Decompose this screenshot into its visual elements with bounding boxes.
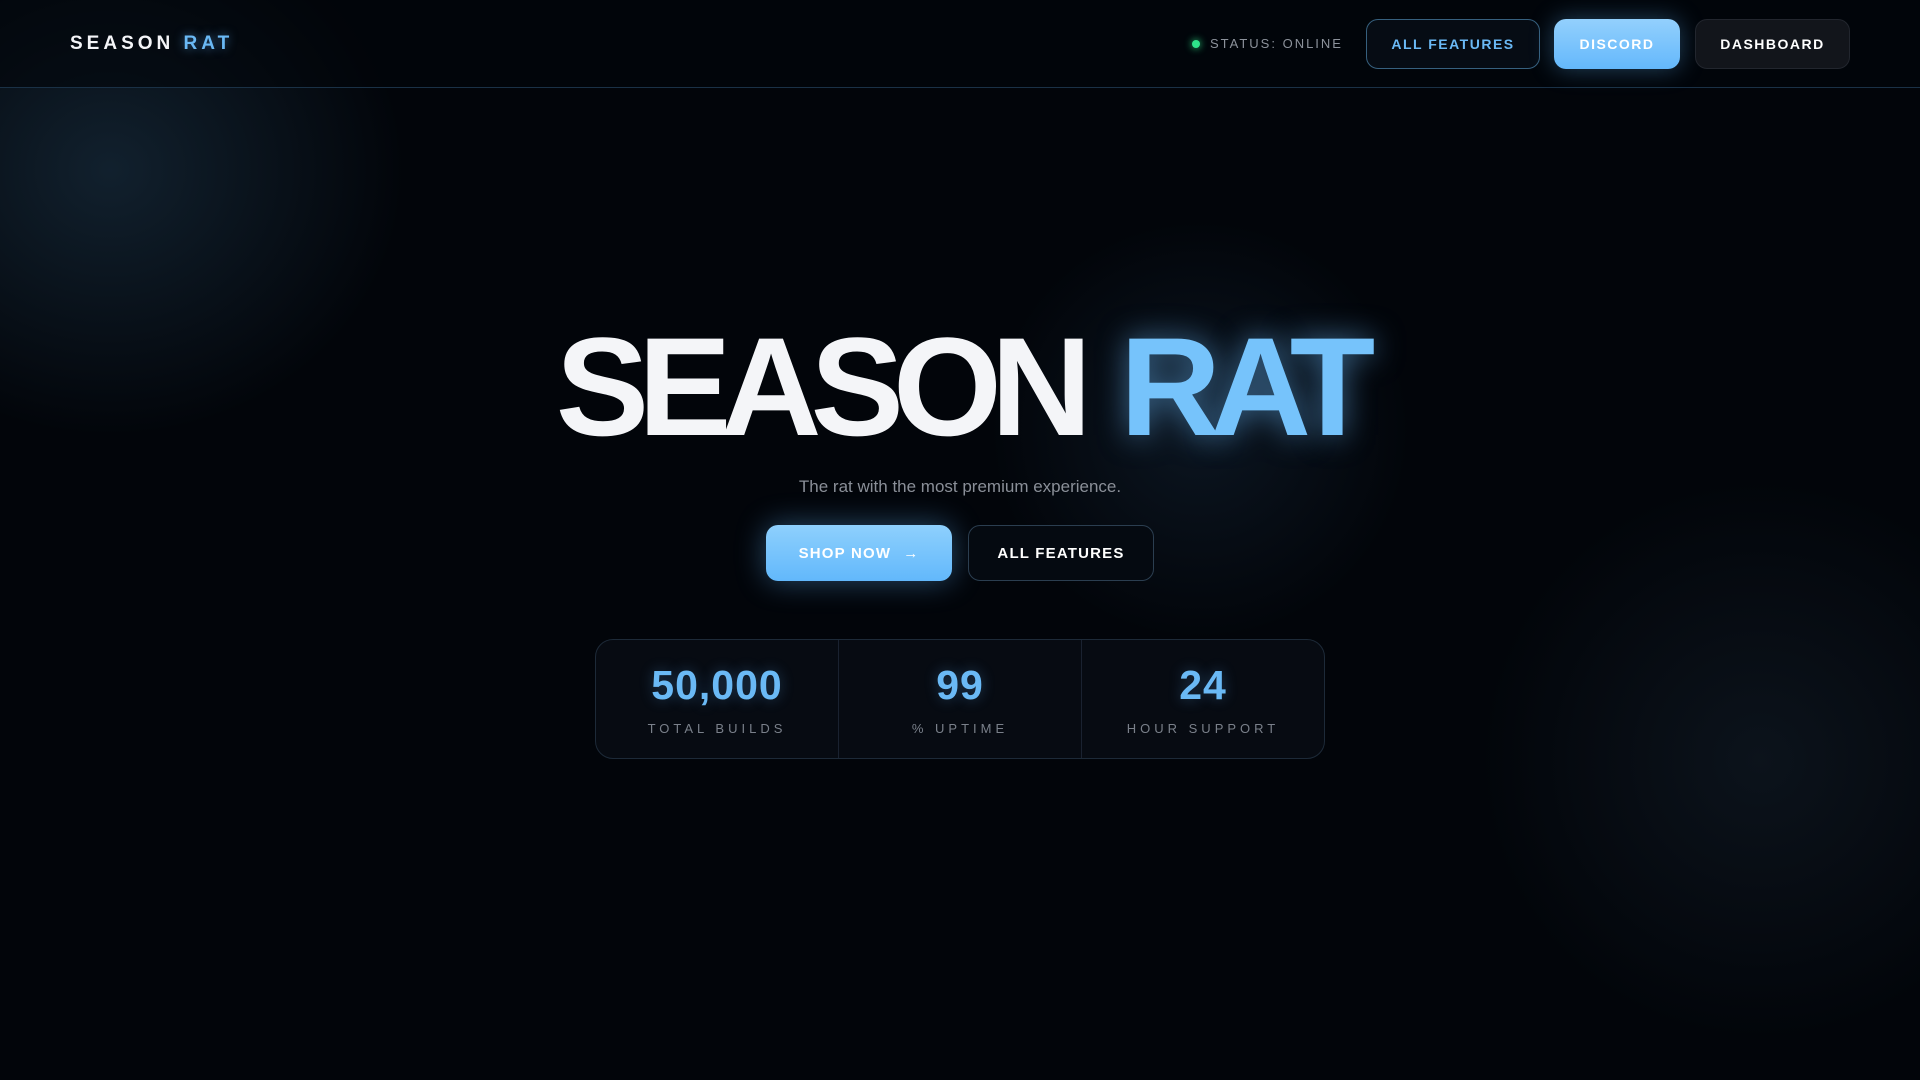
hero-title: SEASON RAT <box>0 312 1920 462</box>
stat-uptime: 99 % UPTIME <box>839 640 1082 758</box>
nav-dashboard-button[interactable]: DASHBOARD <box>1695 19 1850 69</box>
shop-now-button[interactable]: SHOP NOW → <box>766 525 952 581</box>
nav-all-features-button[interactable]: ALL FEATURES <box>1366 19 1540 69</box>
stat-value: 24 <box>1179 662 1227 708</box>
stat-value: 99 <box>936 662 984 708</box>
nav-discord-button[interactable]: DISCORD <box>1554 19 1680 69</box>
top-nav: SEASON RAT STATUS: ONLINE ALL FEATURES D… <box>0 0 1920 88</box>
status-text: STATUS: ONLINE <box>1210 36 1343 51</box>
arrow-right-icon: → <box>903 544 920 562</box>
hero-title-part1: SEASON <box>555 308 1092 465</box>
status-indicator: STATUS: ONLINE <box>1192 36 1343 51</box>
hero-title-part2: RAT <box>1119 308 1375 465</box>
status-dot-icon <box>1192 39 1200 48</box>
logo-part1: SEASON <box>70 33 175 54</box>
stat-support: 24 HOUR SUPPORT <box>1082 640 1324 758</box>
stat-label: TOTAL BUILDS <box>647 721 787 736</box>
shop-now-label: SHOP NOW <box>798 544 892 562</box>
stat-label: % UPTIME <box>911 721 1009 736</box>
background-glow <box>0 0 1920 1080</box>
all-features-button[interactable]: ALL FEATURES <box>968 525 1154 581</box>
stats-panel: 50,000 TOTAL BUILDS 99 % UPTIME 24 HOUR SUP… <box>595 639 1325 759</box>
stat-label: HOUR SUPPORT <box>1126 721 1280 736</box>
logo[interactable]: SEASON RAT <box>70 33 233 55</box>
logo-part2: RAT <box>183 33 234 54</box>
hero-subtitle: The rat with the most premium experience… <box>798 477 1122 496</box>
stat-value: 50,000 <box>651 662 783 708</box>
stat-total-builds: 50,000 TOTAL BUILDS <box>596 640 839 758</box>
